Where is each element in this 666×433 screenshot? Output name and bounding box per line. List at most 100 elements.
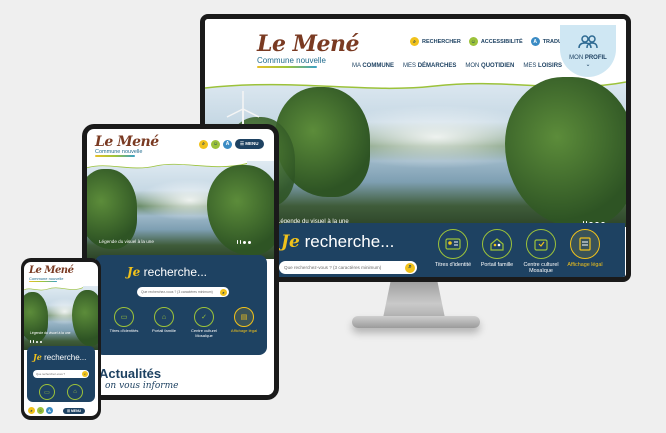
- quick-link-family[interactable]: ⌂: [65, 384, 85, 400]
- quick-link-label: Titres d'identité: [434, 262, 472, 268]
- menu-item-demarches[interactable]: MES DÉMARCHES: [403, 63, 456, 69]
- logo-underline: [29, 281, 57, 282]
- logo-wordmark: Le Mené: [95, 134, 159, 150]
- monitor-stand-neck: [383, 282, 445, 318]
- logo-tagline: Commune nouvelle: [257, 56, 326, 65]
- id-card-icon: ▭: [39, 384, 55, 400]
- search-submit-button[interactable]: ⌕: [82, 371, 88, 377]
- menu-button-label: MENU: [245, 141, 259, 146]
- slider-controls[interactable]: [237, 240, 251, 244]
- search-submit-button[interactable]: ⌕: [220, 288, 227, 296]
- search-heading-accent: Je: [127, 265, 141, 279]
- quick-link-label: Affichage légal: [230, 328, 258, 333]
- slide-dot[interactable]: [36, 340, 38, 343]
- search-input-placeholder: Que recherchez-vous ? (3 caractères mini…: [284, 265, 382, 270]
- slide-dot[interactable]: [243, 240, 246, 244]
- quick-link-culture[interactable]: Centre culturel Mosaïque: [521, 229, 561, 274]
- quick-link-legal[interactable]: ▤ Affichage légal: [227, 307, 261, 334]
- id-card-icon: ▭: [114, 307, 134, 327]
- hero-caption: Légende du visuel à la une: [99, 239, 154, 244]
- menu-button-label: MENU: [70, 408, 81, 413]
- logo-tagline: Commune nouvelle: [29, 276, 64, 281]
- desktop-logo[interactable]: Le Mené Commune nouvelle: [257, 33, 359, 68]
- search-heading-accent: Je: [281, 232, 300, 252]
- search-icon: ⌕: [410, 37, 419, 46]
- profile-button[interactable]: MON PROFIL ⌄: [560, 25, 616, 77]
- desktop-header: Le Mené Commune nouvelle ⌕ RECHERCHER ☺ …: [205, 19, 626, 79]
- search-heading-accent: Je: [33, 352, 42, 362]
- search-icon[interactable]: ⌕: [199, 139, 208, 149]
- news-subtitle: on vous informe: [105, 381, 179, 391]
- phone-device: Le Mené Commune nouvelle Légende du visu…: [21, 258, 101, 420]
- menu-item-keyword: LOISIRS: [538, 63, 563, 69]
- quick-link-label: Centre culturel Mosaïque: [523, 262, 559, 275]
- quick-link-identity[interactable]: Titres d'identité: [433, 229, 473, 268]
- quick-link-family[interactable]: ⌂ Portail famille: [147, 307, 181, 334]
- menu-item-keyword: DÉMARCHES: [417, 63, 457, 69]
- phone-toolbar: ⌕ ☺ A ☰ MENU: [28, 407, 85, 414]
- legal-notice-icon: [570, 229, 600, 259]
- news-title: Actualités: [99, 366, 162, 381]
- tablet-screen: Le Mené Commune nouvelle ⌕ ☺ A ☰ MENU Lé…: [87, 129, 274, 395]
- quick-link-family[interactable]: Portail famille: [477, 229, 517, 268]
- translate-icon[interactable]: A: [223, 139, 232, 149]
- quick-link-label: Portail famille: [151, 328, 176, 333]
- search-link[interactable]: ⌕ RECHERCHER: [410, 37, 461, 46]
- translate-icon[interactable]: A: [46, 407, 53, 414]
- quick-link-identity[interactable]: ▭: [37, 384, 57, 400]
- menu-button[interactable]: ☰ MENU: [63, 407, 85, 414]
- menu-item-loisirs[interactable]: MES LOISIRS: [523, 63, 562, 69]
- accessibility-link-label: ACCESSIBILITÉ: [480, 38, 523, 45]
- quick-link-legal[interactable]: Affichage légal: [565, 229, 605, 268]
- accessibility-link[interactable]: ☺ ACCESSIBILITÉ: [468, 37, 523, 46]
- search-heading-text: recherche...: [44, 353, 87, 362]
- slider-controls[interactable]: [30, 340, 42, 343]
- pause-icon[interactable]: [237, 240, 238, 244]
- menu-item-prefix: MON: [465, 63, 482, 69]
- search-input[interactable]: Que recherchez-vous ? (3 caractères mini…: [137, 287, 229, 297]
- menu-button[interactable]: ☰ MENU: [235, 139, 264, 149]
- menu-item-prefix: MES: [523, 63, 539, 69]
- search-icon[interactable]: ⌕: [28, 407, 35, 414]
- logo-wordmark: Le Mené: [29, 265, 74, 276]
- quick-link-culture[interactable]: ✓ Centre culturel Mosaïque: [187, 307, 221, 338]
- slide-dot[interactable]: [40, 340, 42, 343]
- search-input[interactable]: Que recherchez-vous ? ⌕: [33, 370, 89, 378]
- logo-wordmark: Le Mené: [257, 31, 359, 57]
- profile-prefix: MON: [569, 55, 585, 61]
- hero-image: Légende du visuel à la une: [24, 286, 98, 350]
- pause-icon[interactable]: [30, 340, 31, 343]
- search-input[interactable]: Que recherchez-vous ? (3 caractères mini…: [279, 261, 417, 274]
- chevron-down-icon: ⌄: [585, 62, 591, 68]
- search-link-label: RECHERCHER: [422, 38, 461, 45]
- search-section: Je recherche... Que recherchez-vous ? (3…: [275, 223, 625, 277]
- search-heading: Je recherche...: [127, 265, 207, 279]
- menu-item-prefix: MA: [352, 63, 363, 69]
- menu-item-commune[interactable]: MA COMMUNE: [352, 63, 394, 69]
- id-card-icon: [438, 229, 468, 259]
- hero-caption: Légende du visuel à la une: [30, 331, 71, 335]
- phone-logo[interactable]: Le Mené Commune nouvelle: [29, 265, 74, 282]
- search-input-placeholder: Que recherchez-vous ?: [36, 372, 66, 376]
- quick-link-label: Titres d'identités: [109, 328, 139, 333]
- logo-underline: [257, 66, 317, 68]
- quick-link-label: Affichage légal: [567, 262, 603, 268]
- culture-center-icon: [526, 229, 556, 259]
- accessibility-icon[interactable]: ☺: [211, 139, 220, 149]
- accessibility-icon: ☺: [468, 37, 478, 46]
- quick-link-label: Centre culturel Mosaïque: [190, 328, 217, 338]
- search-submit-button[interactable]: ⌕: [405, 262, 415, 273]
- accessibility-icon[interactable]: ☺: [37, 407, 44, 414]
- menu-item-prefix: MES: [403, 63, 418, 69]
- search-section: Je recherche... Que recherchez-vous ? ⌕ …: [27, 346, 95, 402]
- logo-underline: [95, 155, 135, 157]
- menu-item-quotidien[interactable]: MON QUOTIDIEN: [465, 63, 514, 69]
- quick-link-identity[interactable]: ▭ Titres d'identités: [107, 307, 141, 334]
- search-heading-text: recherche...: [304, 232, 395, 251]
- search-heading-text: recherche...: [143, 265, 208, 279]
- search-section: Je recherche... Que recherchez-vous ? (3…: [95, 255, 267, 355]
- phone-screen: Le Mené Commune nouvelle Légende du visu…: [24, 262, 98, 416]
- search-heading: Je recherche...: [33, 352, 86, 362]
- slide-dot[interactable]: [248, 240, 251, 244]
- tablet-logo[interactable]: Le Mené Commune nouvelle: [95, 135, 159, 157]
